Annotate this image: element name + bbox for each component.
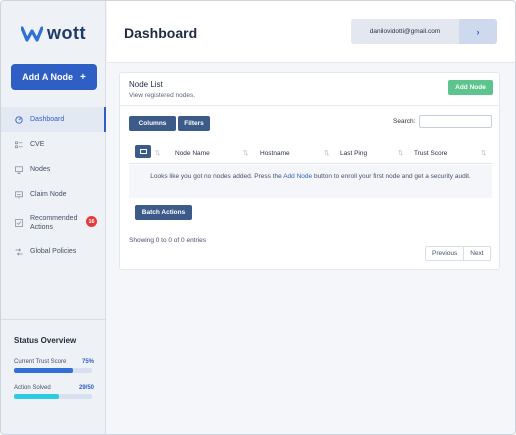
- sidebar-item-label: Claim Node: [30, 191, 67, 198]
- recommended-actions-badge: 16: [86, 216, 97, 227]
- select-all-button[interactable]: [135, 145, 151, 158]
- trust-score-value: 75%: [81, 359, 94, 365]
- sort-icon[interactable]: ⇅: [324, 149, 329, 157]
- sidebar-item-cve[interactable]: CVE: [1, 132, 106, 157]
- sidebar-item-label: Nodes: [30, 166, 51, 173]
- sidebar-item-label: Dashboard: [30, 116, 65, 123]
- empty-message-post: button to enroll your first node and get…: [313, 173, 471, 180]
- column-hostname[interactable]: Hostname: [260, 150, 290, 157]
- trust-score-bar: [14, 368, 92, 373]
- label-line-1: Recommended: [30, 215, 78, 222]
- empty-table-message: Looks like you got no nodes added. Press…: [129, 165, 492, 198]
- status-overview: Status Overview Current Trust Score 75% …: [1, 319, 106, 434]
- user-menu-arrow-icon[interactable]: ›: [459, 19, 497, 44]
- empty-message-add-node-link[interactable]: Add Node: [283, 173, 312, 180]
- claim-icon: [15, 190, 23, 199]
- column-last-ping[interactable]: Last Ping: [340, 150, 367, 157]
- search-label: Search:: [393, 118, 416, 125]
- trust-score-label: Current Trust Score: [14, 359, 67, 365]
- add-node-button[interactable]: Add Node: [448, 80, 493, 95]
- card-header: Node List View registered nodes. Add Nod…: [120, 73, 499, 106]
- trust-score-bar-fill: [14, 368, 73, 373]
- empty-message-pre: Looks like you got no nodes added. Press…: [150, 173, 282, 180]
- checkbox-icon: [15, 219, 23, 227]
- dashboard-icon: [15, 115, 23, 124]
- plus-icon: +: [79, 71, 86, 83]
- pagination: Previous Next: [425, 246, 491, 261]
- top-header: Dashboard danilovidotti@gmail.com ›: [107, 1, 515, 63]
- search-input[interactable]: [419, 115, 492, 128]
- action-solved-value: 29/50: [78, 385, 94, 391]
- sidebar: wott Add A Node + Dashboard CVE Nodes Cl…: [1, 1, 106, 434]
- sort-icon[interactable]: ⇅: [398, 149, 403, 157]
- trust-score-row: Current Trust Score 75%: [14, 359, 94, 365]
- action-solved-bar-fill: [14, 394, 60, 399]
- card-subtitle: View registered nodes.: [129, 92, 196, 99]
- sort-icon[interactable]: ⇅: [155, 149, 160, 157]
- sidebar-item-label: CVE: [30, 141, 45, 148]
- previous-page-button[interactable]: Previous: [426, 247, 463, 260]
- add-a-node-label: Add A Node: [22, 72, 73, 82]
- sort-icon[interactable]: ⇅: [243, 149, 248, 157]
- label-line-2: Actions: [30, 224, 53, 231]
- wott-logo-icon: [21, 25, 43, 42]
- monitor-icon: [15, 165, 23, 174]
- shuffle-icon: [15, 247, 23, 256]
- brand-name: wott: [47, 23, 86, 43]
- sidebar-item-dashboard[interactable]: Dashboard: [1, 107, 106, 132]
- batch-actions-button[interactable]: Batch Actions: [135, 205, 192, 220]
- sidebar-item-global-policies[interactable]: Global Policies: [1, 239, 106, 264]
- entries-info: Showing 0 to 0 of 0 entries: [129, 237, 206, 244]
- sidebar-item-claim-node[interactable]: Claim Node: [1, 182, 106, 207]
- column-node-name[interactable]: Node Name: [175, 150, 210, 157]
- filters-button[interactable]: Filters: [178, 116, 210, 131]
- page-title: Dashboard: [124, 25, 198, 41]
- add-a-node-button[interactable]: Add A Node +: [11, 64, 97, 90]
- sort-icon[interactable]: ⇅: [481, 149, 486, 157]
- table-header: ⇅ Node Name ⇅ Hostname ⇅ Last Ping ⇅ Tru…: [129, 142, 492, 164]
- action-solved-row: Action Solved 29/50: [14, 385, 94, 391]
- select-all-icon: [139, 149, 147, 154]
- action-solved-label: Action Solved: [14, 385, 51, 391]
- next-page-button[interactable]: Next: [463, 247, 489, 260]
- sidebar-item-nodes[interactable]: Nodes: [1, 157, 106, 182]
- status-overview-title: Status Overview: [14, 336, 77, 345]
- column-trust-score[interactable]: Trust Score: [414, 150, 447, 157]
- sidebar-item-label: Global Policies: [30, 248, 77, 255]
- node-list-card: Node List View registered nodes. Add Nod…: [119, 72, 500, 270]
- sidebar-nav: Dashboard CVE Nodes Claim Node Recommend…: [1, 107, 106, 264]
- app-window: wott Add A Node + Dashboard CVE Nodes Cl…: [0, 0, 516, 435]
- action-solved-bar: [14, 394, 92, 399]
- list-icon: [15, 140, 23, 149]
- sidebar-item-label: Recommended Actions: [30, 214, 77, 232]
- user-email[interactable]: danilovidotti@gmail.com: [351, 19, 459, 44]
- sidebar-item-recommended-actions[interactable]: Recommended Actions 16: [1, 207, 106, 239]
- card-title: Node List: [129, 80, 163, 89]
- columns-button[interactable]: Columns: [129, 116, 176, 131]
- logo[interactable]: wott: [21, 23, 86, 44]
